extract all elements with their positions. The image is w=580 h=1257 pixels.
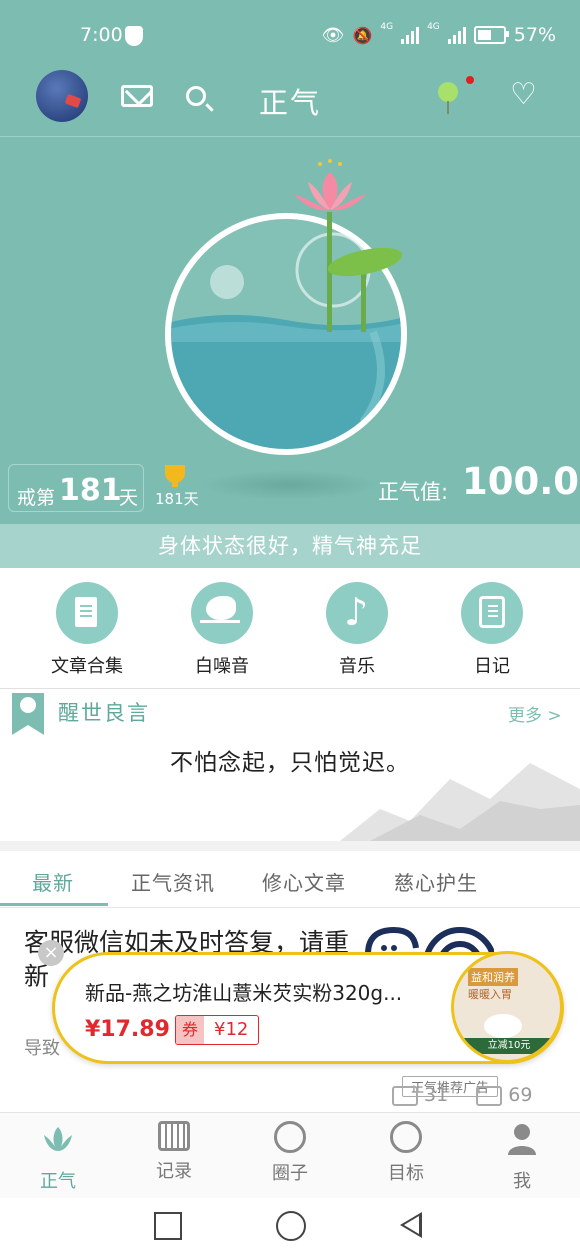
globe-shadow	[200, 470, 380, 500]
search-icon[interactable]	[186, 86, 206, 106]
music-note-icon: ♪	[344, 590, 369, 634]
ad-thumb-text: 立减10元	[464, 1038, 554, 1054]
comment-count: 31	[424, 1084, 449, 1106]
system-navigation	[0, 1198, 580, 1257]
app-header: 正气 ♡	[0, 70, 580, 137]
battery-icon	[473, 26, 509, 44]
nav-circle[interactable]: 圈子	[240, 1121, 340, 1185]
streak-counter: 戒第 181 天	[8, 464, 144, 512]
diary-icon	[479, 596, 505, 628]
battery-level	[477, 30, 492, 40]
quick-item-diary[interactable]: 日记	[432, 582, 552, 678]
coupon-value: ¥12	[214, 1019, 249, 1040]
streak-prefix: 戒第	[17, 487, 56, 509]
nav-label: 目标	[388, 1163, 424, 1184]
nav-label: 正气	[40, 1171, 76, 1192]
view-count: 69	[508, 1084, 533, 1106]
article-tabs: 最新 正气资讯 修心文章 慈心护生	[0, 851, 580, 908]
quick-item-label: 白噪音	[195, 656, 249, 677]
back-button[interactable]	[400, 1212, 422, 1238]
streak-suffix: 天	[119, 487, 139, 509]
signal-icon	[401, 26, 420, 44]
nav-record[interactable]: 记录	[124, 1121, 224, 1183]
lotus-globe-illustration	[165, 212, 407, 455]
shield-icon	[125, 26, 143, 46]
mail-icon[interactable]	[121, 85, 153, 107]
coupon-tag: 券	[176, 1016, 205, 1044]
tree-icon[interactable]	[438, 82, 458, 114]
mute-icon: 🔕	[352, 25, 373, 45]
recent-apps-button[interactable]	[154, 1212, 182, 1240]
quick-item-articles[interactable]: 文章合集	[27, 582, 147, 678]
article-summary: 导致	[24, 1038, 60, 1059]
nav-label: 圈子	[272, 1163, 308, 1184]
bottom-navigation: 正气 记录 圈子 目标 我	[0, 1112, 580, 1199]
status-time: 7:00	[80, 24, 123, 46]
quick-menu: 文章合集 白噪音 ♪ 音乐 日记	[0, 568, 580, 689]
quote-section: 醒世良言 更多 > 不怕念起，只怕觉迟。	[0, 689, 580, 841]
heart-icon[interactable]: ♡	[510, 80, 537, 110]
lotus-icon	[44, 1127, 72, 1151]
tab-articles[interactable]: 修心文章	[262, 867, 346, 896]
quote-more-link[interactable]: 更多 >	[508, 701, 562, 726]
status-icons: 👁 🔕 4G 4G 57%	[321, 22, 556, 46]
circle-icon	[274, 1121, 306, 1153]
tab-news[interactable]: 正气资讯	[131, 867, 215, 896]
signal-icon	[447, 26, 466, 44]
trophy-days: 181天	[155, 490, 199, 508]
ad-title[interactable]: 新品-燕之坊淮山薏米芡实粉320g...	[85, 977, 455, 1006]
article-stats: 31 69	[392, 1084, 532, 1106]
ad-thumb-text: 益和润养	[468, 968, 518, 986]
calendar-icon	[158, 1121, 190, 1151]
battery-percent: 57%	[513, 24, 556, 46]
ad-thumb-text: 暖暖入胃	[468, 988, 512, 1001]
network-label-1: 4G	[380, 22, 394, 32]
nav-target[interactable]: 目标	[356, 1121, 456, 1185]
network-label-2: 4G	[427, 22, 440, 32]
document-icon	[75, 597, 97, 627]
coupon-badge[interactable]: 券 ¥12	[175, 1015, 260, 1045]
notification-dot	[466, 76, 474, 84]
target-icon	[390, 1121, 422, 1153]
lightbulb-icon	[20, 697, 36, 713]
home-button[interactable]	[276, 1211, 306, 1241]
quote-section-title: 醒世良言	[58, 701, 150, 725]
zhengqi-label: 正气值:	[378, 480, 449, 504]
bird-icon	[200, 596, 240, 623]
nav-label: 记录	[156, 1161, 192, 1182]
nav-zhengqi[interactable]: 正气	[8, 1121, 108, 1193]
close-icon[interactable]: ×	[38, 940, 64, 966]
quick-item-label: 音乐	[339, 656, 375, 677]
ad-popup[interactable]: 新品-燕之坊淮山薏米芡实粉320g... ¥17.89 券 ¥12 益和润养 暖…	[52, 951, 564, 1064]
quick-item-label: 日记	[474, 656, 510, 677]
avatar[interactable]	[36, 70, 88, 122]
body-status-message: 身体状态很好，精气神充足	[0, 524, 580, 568]
ad-product-image[interactable]: 益和润养 暖暖入胃 立减10元	[451, 951, 563, 1063]
quick-item-white-noise[interactable]: 白噪音	[162, 582, 282, 678]
quick-item-music[interactable]: ♪ 音乐	[297, 582, 417, 678]
page-title: 正气	[259, 86, 322, 120]
streak-days: 181	[59, 473, 122, 508]
tab-latest[interactable]: 最新	[32, 867, 74, 896]
view-icon	[476, 1085, 503, 1106]
zhengqi-value: 100.0	[462, 460, 580, 503]
nav-me[interactable]: 我	[472, 1121, 572, 1193]
section-divider	[0, 841, 580, 851]
ad-bowl-image	[484, 1014, 522, 1038]
comment-icon	[392, 1085, 418, 1106]
mountain-ink-illustration	[340, 763, 580, 841]
tab-compassion[interactable]: 慈心护生	[394, 867, 478, 896]
ad-price: ¥17.89	[85, 1017, 170, 1042]
eye-icon: 👁	[321, 24, 345, 46]
quick-item-label: 文章合集	[51, 656, 123, 677]
active-tab-indicator	[0, 903, 108, 906]
lotus-flower-icon	[294, 159, 366, 211]
status-bar: 7:00 👁 🔕 4G 4G 57%	[0, 0, 580, 70]
person-icon	[508, 1124, 536, 1155]
nav-label: 我	[513, 1171, 531, 1192]
